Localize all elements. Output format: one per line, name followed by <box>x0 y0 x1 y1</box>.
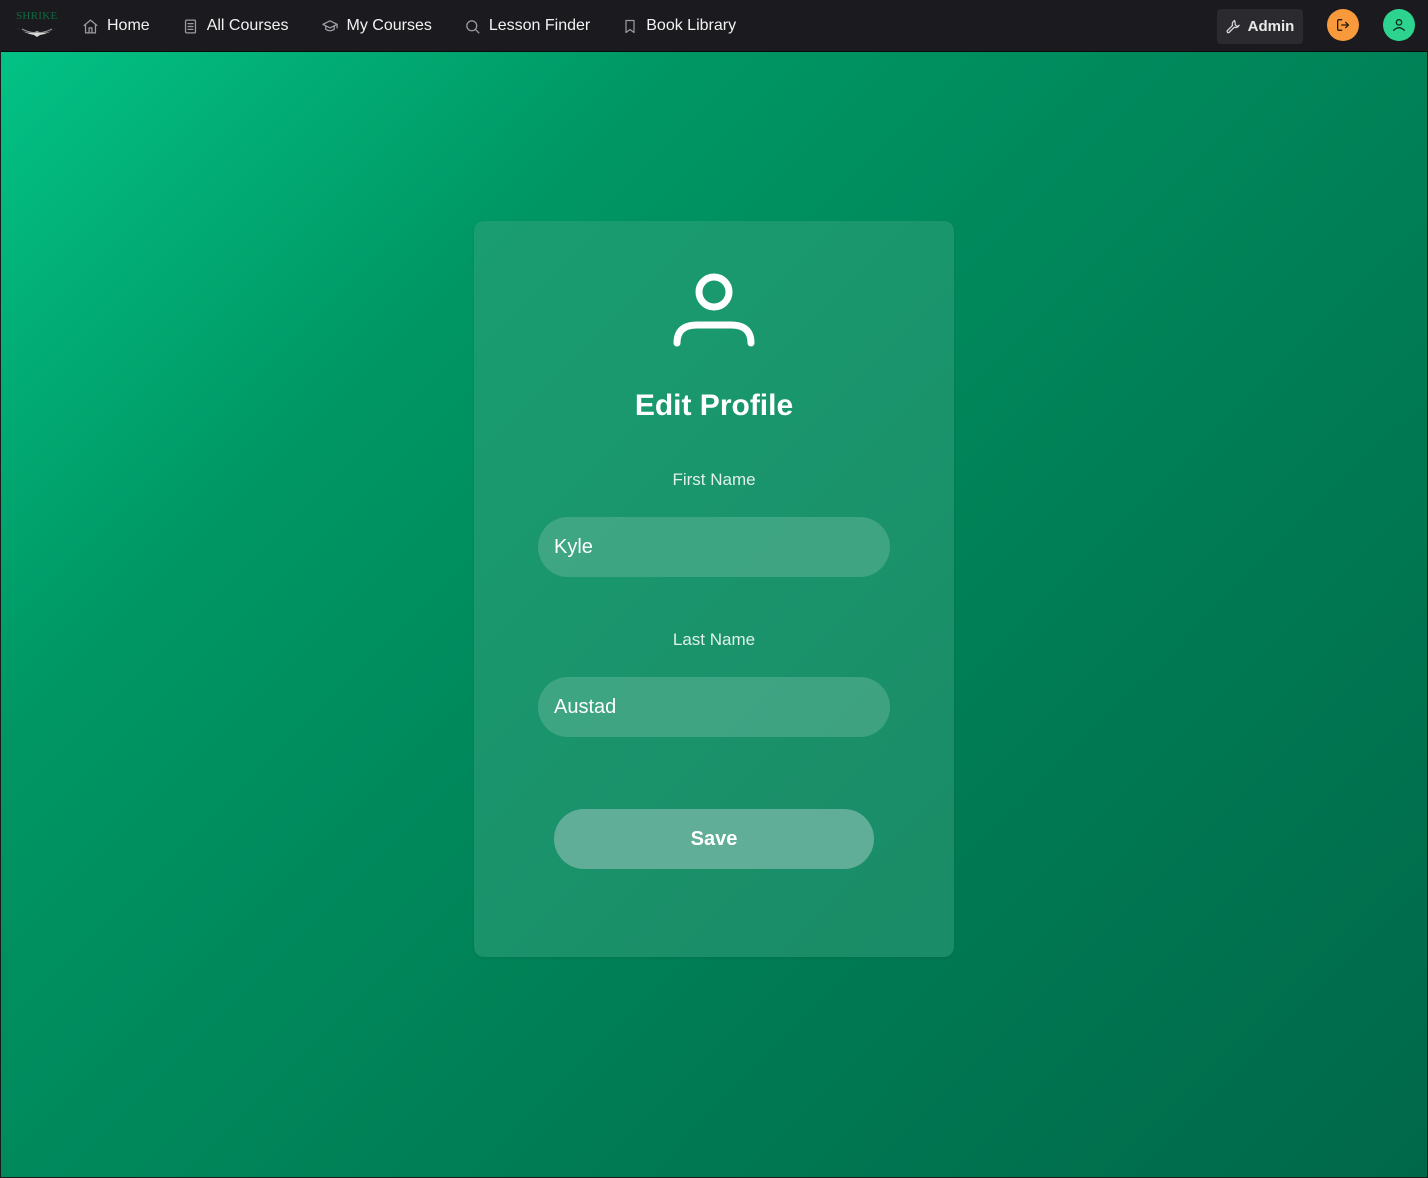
last-name-label: Last Name <box>672 630 756 649</box>
logout-icon <box>1337 19 1349 31</box>
save-button[interactable]: Save <box>554 809 874 869</box>
last-name-input[interactable] <box>538 677 890 737</box>
document-icon <box>184 18 196 34</box>
nav-book-library-label: Book Library <box>646 17 737 34</box>
nav-all-courses-label: All Courses <box>206 17 289 34</box>
nav-lesson-finder-label: Lesson Finder <box>488 17 591 34</box>
admin-label: Admin <box>1247 18 1295 35</box>
nav-home-label: Home <box>107 17 150 34</box>
nav-lesson-finder[interactable]: Lesson Finder <box>464 0 590 52</box>
bird-logo-icon <box>16 27 58 37</box>
nav-my-courses[interactable]: My Courses <box>321 0 432 52</box>
nav-home[interactable]: Home <box>82 0 150 52</box>
shrike-logo[interactable]: SHRIKE <box>14 10 62 40</box>
user-icon <box>1393 19 1405 31</box>
nav-all-courses[interactable]: All Courses <box>182 0 289 52</box>
search-icon <box>466 19 480 34</box>
main-nav: Home All Courses My Courses Lesson Finde… <box>82 0 768 52</box>
nav-book-library[interactable]: Book Library <box>622 0 736 52</box>
user-profile-icon <box>673 273 755 347</box>
top-navbar: SHRIKE Home All Courses My Courses Lesso… <box>0 0 1428 52</box>
first-name-input[interactable] <box>538 517 890 577</box>
first-name-label: First Name <box>672 470 756 489</box>
logout-button[interactable] <box>1327 9 1359 41</box>
edit-profile-card: Edit Profile First Name Last Name Save <box>474 221 954 957</box>
graduation-cap-icon <box>321 19 338 31</box>
bookmark-icon <box>625 19 635 33</box>
admin-button[interactable]: Admin <box>1217 9 1303 44</box>
logo-text: SHRIKE <box>16 10 58 22</box>
wrench-icon <box>1226 19 1240 34</box>
page-title: Edit Profile <box>634 389 794 422</box>
home-icon <box>83 18 98 34</box>
nav-my-courses-label: My Courses <box>346 17 432 34</box>
user-menu-button[interactable] <box>1383 9 1415 41</box>
